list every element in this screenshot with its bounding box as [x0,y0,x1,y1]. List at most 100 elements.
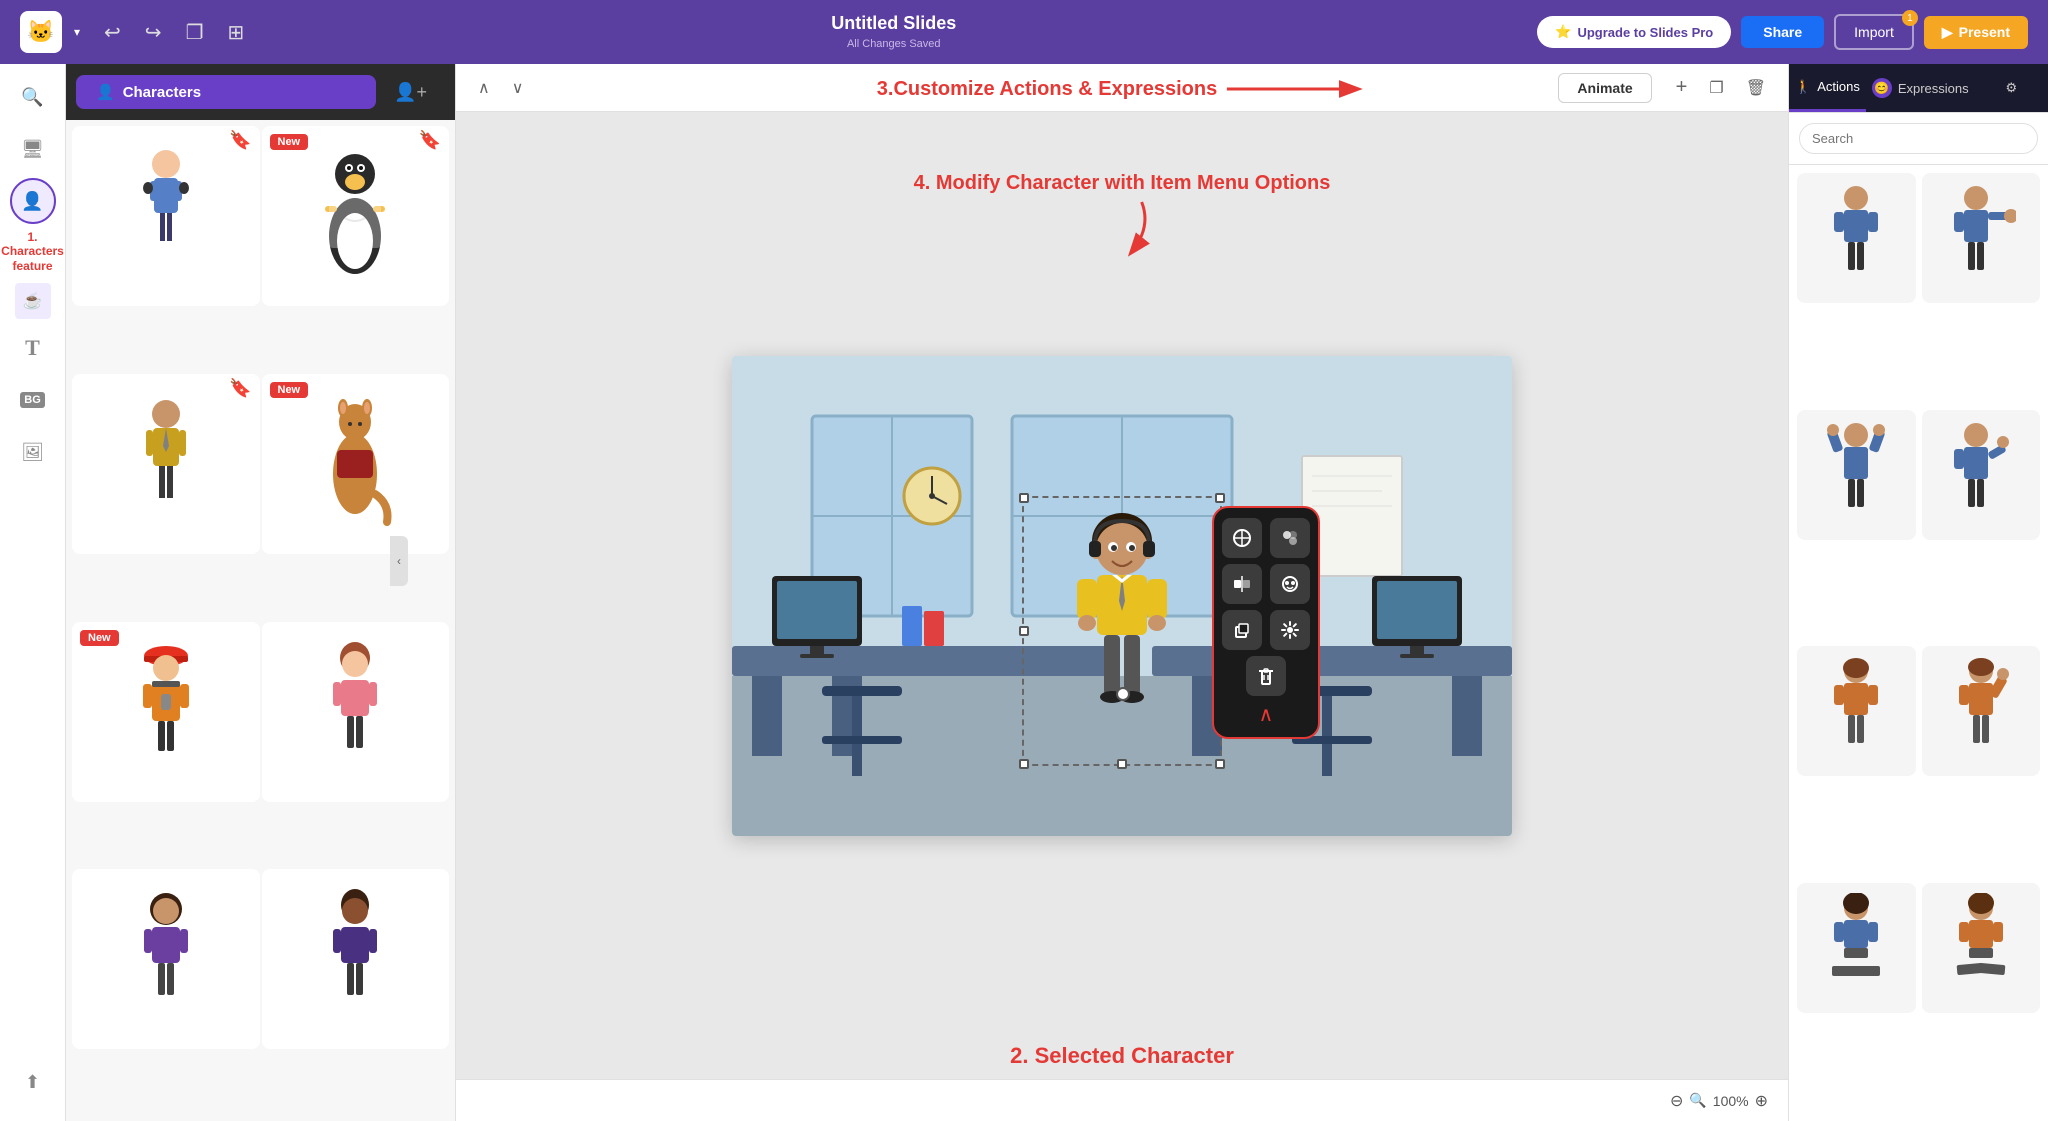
zoom-out-button[interactable]: ⊖ [1670,1091,1683,1111]
item-menu-popup: ∧ [1212,506,1320,739]
view-button[interactable]: ⊞ [222,16,251,49]
main-character[interactable] [1057,511,1187,776]
character-card-business[interactable]: 🔖 [72,374,260,554]
tab-add-character[interactable]: 👤+ [376,74,445,111]
tab-characters[interactable]: 👤 Characters [76,75,376,109]
share-button[interactable]: Share [1741,16,1824,48]
upgrade-button[interactable]: ⭐ Upgrade to Slides Pro [1537,16,1731,48]
annotation-4-container: 4. Modify Character with Item Menu Optio… [914,172,1331,262]
canvas-wrapper: 4. Modify Character with Item Menu Optio… [456,112,1788,1079]
item-menu-row-1 [1222,518,1310,558]
right-search-input[interactable] [1799,123,2038,154]
redo-button[interactable]: ↪ [139,16,168,49]
new-badge-2: New [270,382,309,398]
rotate-handle[interactable] [1116,687,1130,701]
slides-icon: 🖥 [21,139,44,160]
add-element-button[interactable]: + [1670,72,1694,103]
right-char-card-3[interactable] [1797,410,1916,540]
right-char-card-6[interactable] [1922,646,2041,776]
copy-element-button[interactable]: ❐ [1703,74,1729,102]
right-char-relaxed [1951,893,2011,1003]
right-char-presenting [1946,420,2016,530]
nav-down-button[interactable]: ∨ [506,74,530,102]
item-menu-flip-btn[interactable] [1222,564,1262,604]
app-logo[interactable]: 🐱 [20,11,62,53]
right-char-card-7[interactable] [1797,883,1916,1013]
undo-button[interactable]: ↩ [98,16,127,49]
panel-header: 👤 Characters 👤+ [66,64,455,120]
canvas-bottom-bar: ⊖ 🔍 100% ⊕ [456,1079,1788,1121]
canvas-slide[interactable]: ∧ [732,356,1512,836]
bookmark-icon-2: 🔖 [419,130,441,151]
sidebar-item-upload[interactable]: ⬆ [10,1059,56,1105]
duplicate-button[interactable]: ❐ [180,16,210,49]
character-card-curly-woman[interactable] [72,869,260,1049]
present-button[interactable]: ▶ Present [1924,16,2028,49]
right-char-card-4[interactable] [1922,410,2041,540]
annotation-2-container: 2. Selected Character [1010,1043,1234,1069]
annotation-4-text: 4. Modify Character with Item Menu Optio… [914,172,1331,194]
item-menu-style-btn[interactable] [1270,518,1310,558]
character-firefighter-figure [126,642,206,782]
document-title[interactable]: Untitled Slides [262,13,1525,34]
right-char-hands-up [1826,420,1886,530]
right-char-card-2[interactable] [1922,173,2041,303]
import-button[interactable]: Import 1 [1834,14,1914,50]
character-card-firefighter[interactable]: New [72,622,260,802]
item-menu-copy-btn[interactable] [1222,610,1262,650]
characters-feature-label: 1. Characters feature [0,230,68,273]
zoom-level: 100% [1713,1093,1749,1109]
character-card-kangaroo[interactable]: New [262,374,450,554]
character-person-icon: 👤 [96,83,115,101]
sidebar-item-images[interactable]: 🖼 [10,429,56,475]
character-card-pink-woman[interactable] [262,622,450,802]
sidebar-item-search[interactable]: 🔍 [10,74,56,120]
tab-expressions[interactable]: 😊 Expressions [1866,64,1975,112]
characters-icon: 👤 [21,191,43,212]
right-char-card-1[interactable] [1797,173,1916,303]
item-menu-row-4 [1222,656,1310,696]
right-char-card-5[interactable] [1797,646,1916,776]
options-icon: ⚙ [2005,80,2017,96]
images-icon: 🖼 [21,442,44,463]
sidebar-item-text[interactable]: T [10,325,56,371]
bookmark-icon: 🔖 [229,130,251,151]
new-badge: New [270,134,309,150]
character-card-penguin[interactable]: New 🔖 [262,126,450,306]
item-menu-animate-btn[interactable] [1270,564,1310,604]
right-characters-grid [1789,165,2048,1121]
tab-actions[interactable]: 🚶 Actions [1789,64,1866,112]
item-menu-settings-btn[interactable] [1270,610,1310,650]
character-dark-woman-figure [315,889,395,1029]
new-badge-3: New [80,630,119,646]
right-char-pointing [1946,183,2016,293]
icon-sidebar: 🔍 🖥 👤 1. Characters feature ☕ T BG 🖼 ⬆ [0,64,66,1121]
character-card-headset[interactable]: 🔖 [72,126,260,306]
delete-element-button[interactable]: 🗑 [1740,74,1772,102]
save-status: All Changes Saved [847,38,941,50]
upload-icon: ⬆ [25,1072,40,1093]
animate-button[interactable]: Animate [1558,73,1651,103]
zoom-in-button[interactable]: ⊕ [1755,1091,1768,1111]
right-char-standing [1826,183,1886,293]
sidebar-item-slides[interactable]: 🖥 [10,126,56,172]
item-menu-chevron[interactable]: ∧ [1222,702,1310,727]
right-char-card-8[interactable] [1922,883,2041,1013]
item-menu-delete-btn[interactable] [1246,656,1286,696]
sidebar-item-background[interactable]: BG [10,377,56,423]
character-headset-figure [126,146,206,286]
panel-collapse-handle[interactable]: ‹ [390,536,408,586]
star-icon: ⭐ [1555,24,1571,40]
character-penguin-figure [315,146,395,286]
sidebar-item-characters[interactable]: 👤 [10,178,56,224]
right-buttons: ⭐ Upgrade to Slides Pro Share Import 1 ▶… [1537,14,2028,50]
character-curly-woman-figure [126,889,206,1029]
zoom-icon: 🔍 [1689,1092,1706,1109]
tab-options[interactable]: ⚙ [1975,64,2048,112]
nav-up-button[interactable]: ∧ [472,74,496,102]
item-menu-actions-btn[interactable] [1222,518,1262,558]
character-card-dark-woman[interactable] [262,869,450,1049]
item-menu-row-3 [1222,610,1310,650]
characters-panel: 👤 Characters 👤+ 🔖 [66,64,456,1121]
character-pink-woman-figure [315,642,395,782]
